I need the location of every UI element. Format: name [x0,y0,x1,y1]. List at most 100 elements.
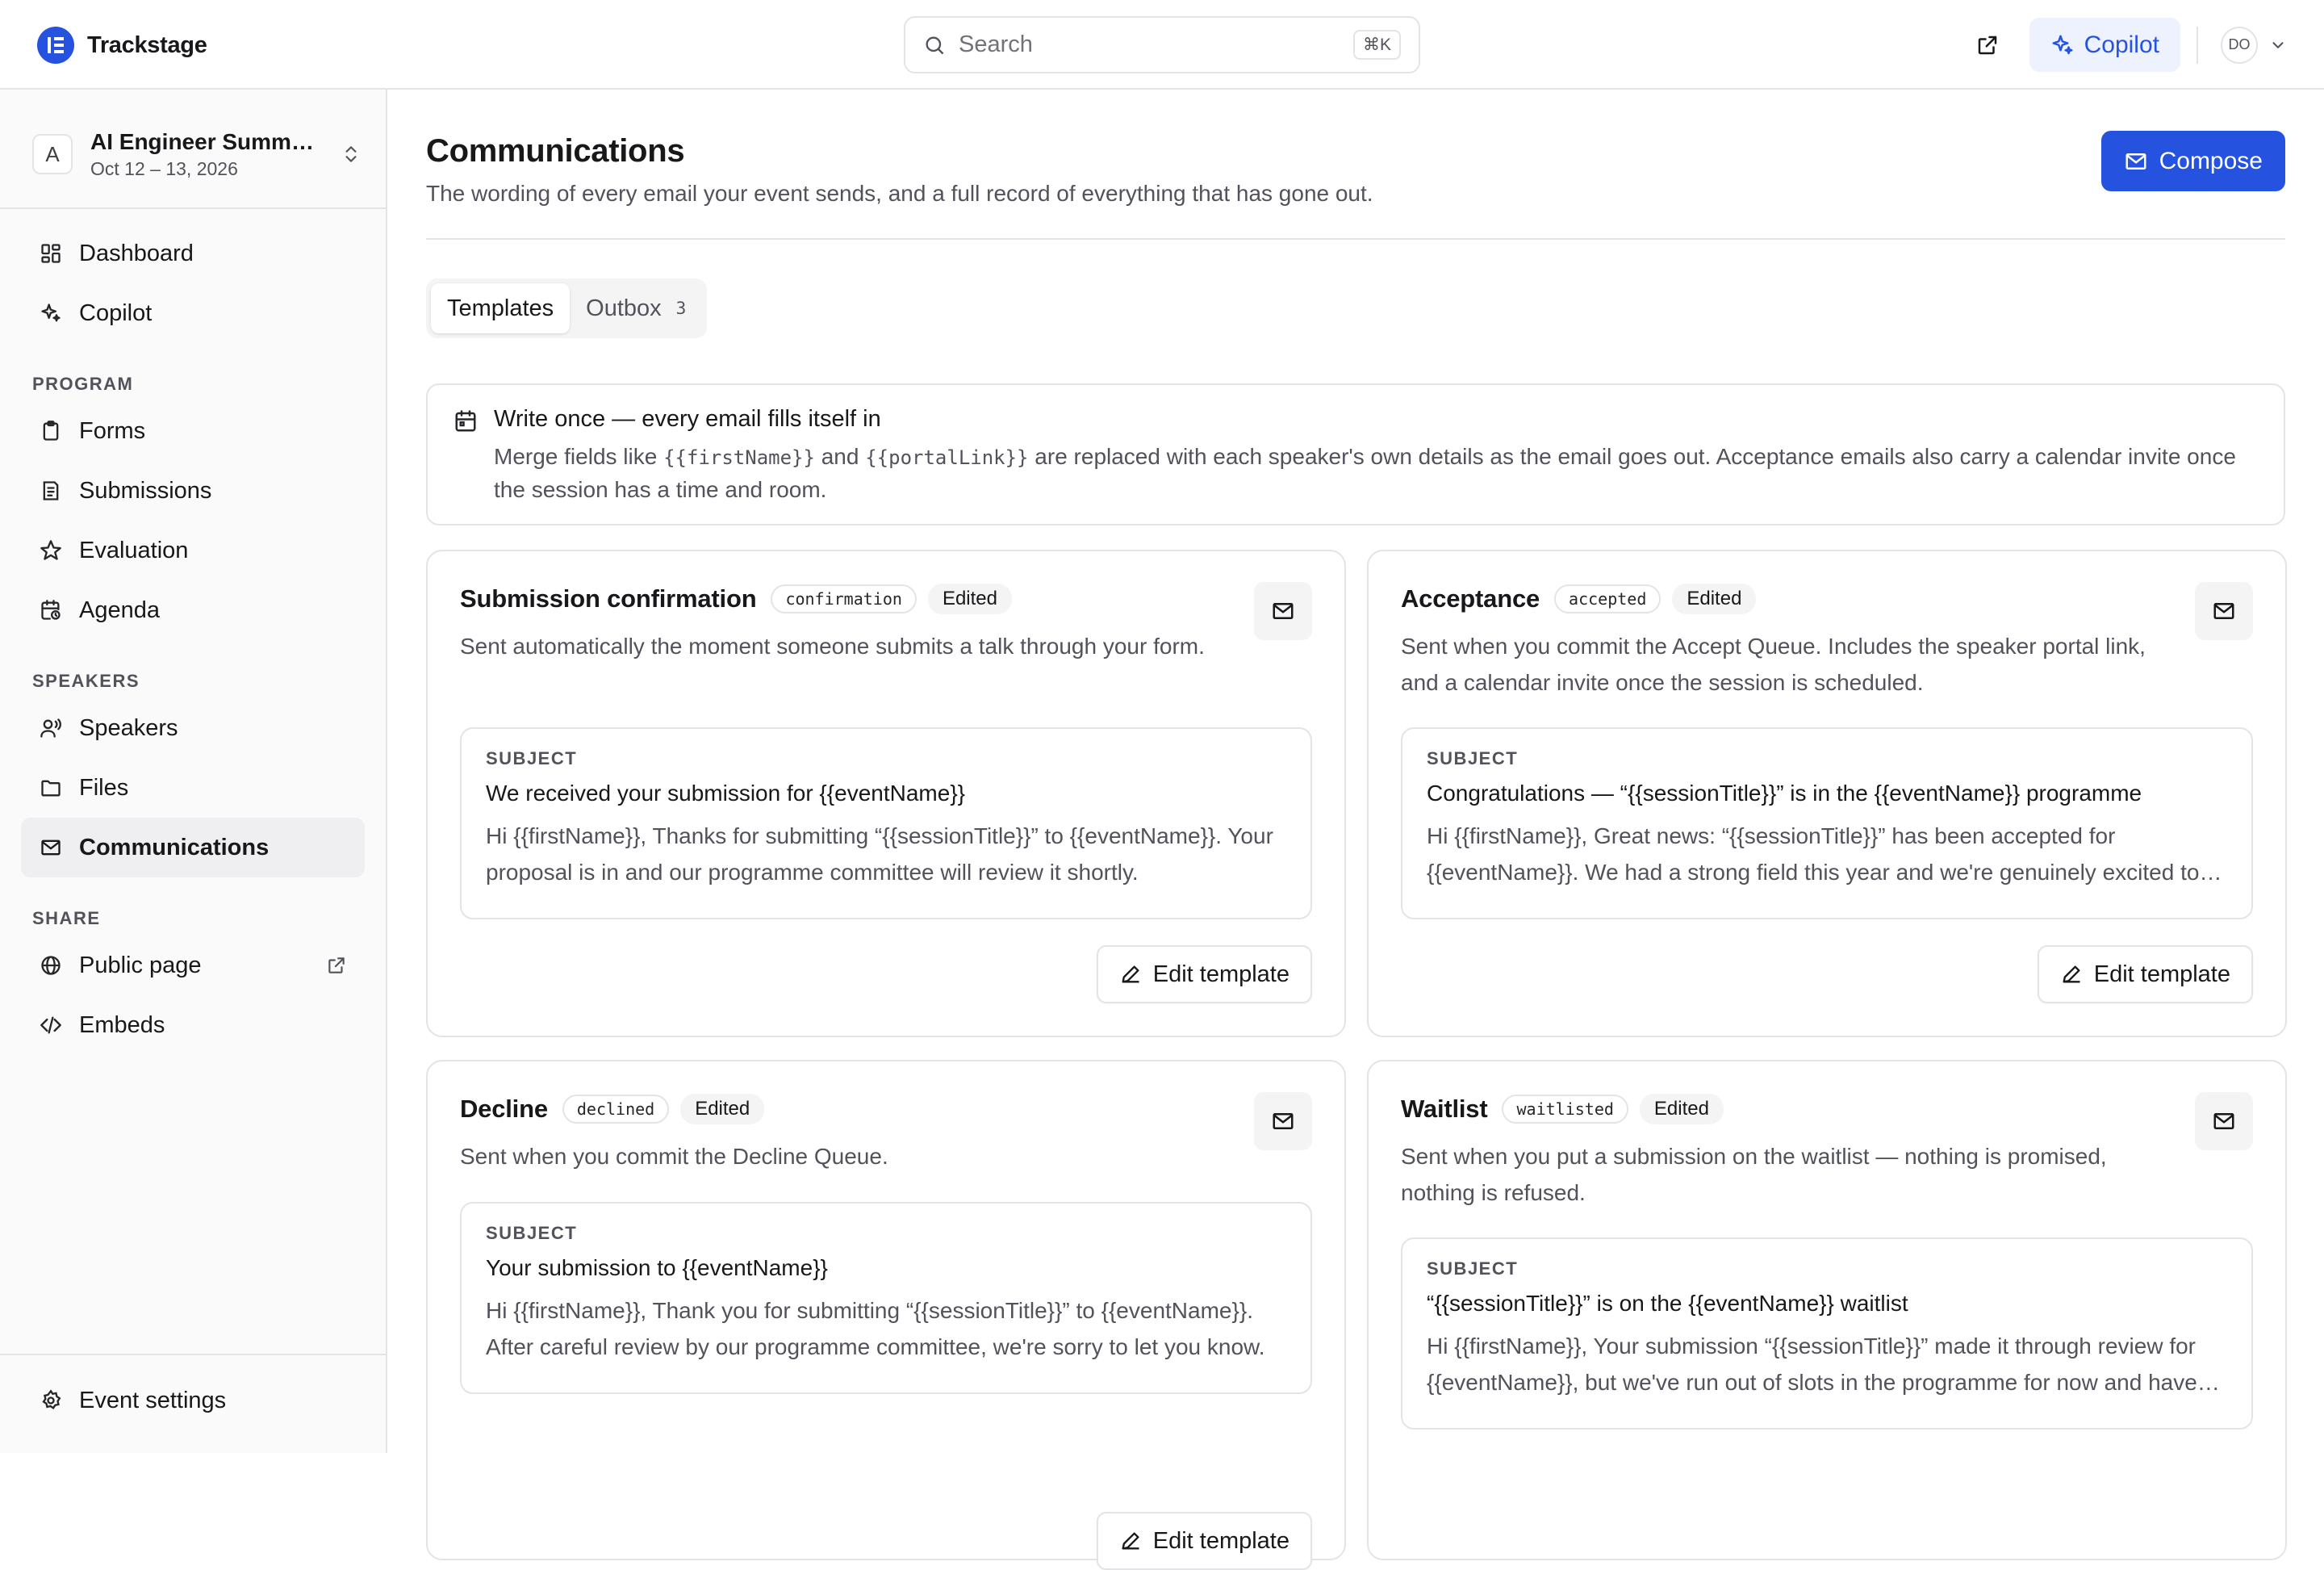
status-badge: Edited [680,1094,765,1124]
sidebar-item-copilot[interactable]: Copilot [21,283,365,343]
event-switcher[interactable]: A AI Engineer Summit 2026 Oct 12 – 13, 2… [32,122,362,186]
tab-outbox[interactable]: Outbox 3 [570,283,702,333]
mail-icon [2212,599,2236,623]
sidebar-item-submissions[interactable]: Submissions [21,461,365,521]
sidebar-item-label: Public page [79,952,202,978]
calendar-icon [454,409,478,503]
mail-icon [1271,599,1295,623]
globe-icon [37,952,65,979]
template-code-badge: accepted [1554,584,1661,613]
sidebar-item-label: Embeds [79,1011,165,1038]
subject-preview-box: SUBJECT Congratulations — “{{sessionTitl… [1401,727,2253,919]
page-title: Communications [426,133,685,169]
tab-label: Outbox [586,295,662,321]
subject-text: “{{sessionTitle}}” is on the {{eventName… [1427,1291,1908,1316]
sidebar-item-agenda[interactable]: Agenda [21,580,365,640]
preview-email-button[interactable] [2195,582,2253,640]
copilot-button[interactable]: Copilot [2029,18,2180,72]
pencil-icon [1119,1530,1142,1552]
tab-label: Templates [447,295,554,321]
template-title: Submission confirmation [460,584,757,613]
tab-bar: Templates Outbox 3 [426,278,708,338]
sidebar-item-forms[interactable]: Forms [21,401,365,461]
edit-template-button[interactable]: Edit template [1096,1512,1312,1570]
sidebar: A AI Engineer Summit 2026 Oct 12 – 13, 2… [0,90,387,1453]
info-text: and [814,444,866,469]
code-icon [37,1011,65,1039]
user-menu[interactable]: DO [2221,26,2287,64]
app-name: Trackstage [87,31,207,58]
sidebar-item-label: Evaluation [79,537,189,563]
template-code-badge: confirmation [771,584,917,613]
subject-text: Congratulations — “{{sessionTitle}}” is … [1427,781,2142,806]
preview-email-button[interactable] [2195,1092,2253,1150]
preview-email-button[interactable] [1254,1092,1312,1150]
top-bar: Trackstage Search ⌘K Copilot DO [0,0,2324,90]
template-description: Sent when you commit the Decline Queue. [460,1144,888,1169]
merge-field: {{portalLink}} [865,446,1029,469]
sidebar-item-files[interactable]: Files [21,758,365,818]
merge-field: {{firstName}} [663,446,815,469]
sidebar-item-label: Speakers [79,714,178,741]
section-label-speakers: SPEAKERS [32,671,140,691]
sidebar-item-speakers[interactable]: Speakers [21,698,365,758]
pencil-icon [1119,963,1142,986]
divider [2197,26,2198,64]
chevron-down-icon [2269,36,2287,54]
subject-label: SUBJECT [1427,748,1519,768]
sidebar-item-label: Files [79,774,129,801]
subject-preview-box: SUBJECT Your submission to {{eventName}}… [460,1202,1312,1394]
template-card-waitlisted: Waitlist waitlisted Edited Sent when you… [1367,1060,2287,1560]
body-preview: Hi {{firstName}}, Thanks for submitting … [486,823,1273,885]
brand[interactable]: Trackstage [37,27,207,64]
subject-label: SUBJECT [486,1223,578,1243]
search-shortcut: ⌘K [1352,30,1401,60]
section-label-share: SHARE [32,908,101,928]
sidebar-item-embeds[interactable]: Embeds [21,995,365,1055]
sidebar-item-label: Event settings [79,1387,227,1413]
preview-email-button[interactable] [1254,582,1312,640]
sidebar-item-event-settings[interactable]: Event settings [21,1371,365,1430]
copilot-label: Copilot [2084,31,2159,58]
edit-template-button[interactable]: Edit template [1096,945,1312,1003]
sidebar-item-communications[interactable]: Communications [21,818,365,877]
edit-template-label: Edit template [1152,961,1289,987]
info-text: Merge fields like [494,444,664,469]
edit-template-label: Edit template [1152,1527,1289,1554]
template-description: Sent automatically the moment someone su… [460,634,1205,659]
edit-template-button[interactable]: Edit template [2037,945,2253,1003]
section-label-program: PROGRAM [32,374,134,394]
search-bar[interactable]: Search ⌘K [904,16,1420,73]
divider [426,238,2285,240]
sparkles-icon [2050,33,2075,57]
sidebar-item-dashboard[interactable]: Dashboard [21,224,365,283]
compose-button[interactable]: Compose [2100,131,2285,191]
search-input[interactable]: Search [959,31,1353,58]
dashboard-icon [37,240,65,267]
template-card-accepted: Acceptance accepted Edited Sent when you… [1367,550,2287,1037]
speaker-icon [37,714,65,742]
page-subtitle: The wording of every email your event se… [426,181,1373,206]
tab-templates[interactable]: Templates [431,283,571,333]
subject-text: Your submission to {{eventName}} [486,1255,828,1280]
pencil-icon [2060,963,2083,986]
status-badge: Edited [927,584,1012,614]
divider [0,207,386,209]
body-preview: Hi {{firstName}}, Thank you for submitti… [486,1298,1265,1359]
merge-fields-info-banner: Write once — every email fills itself in… [426,383,2285,525]
event-avatar: A [32,134,73,174]
mail-icon [2212,1109,2236,1133]
sidebar-item-evaluation[interactable]: Evaluation [21,521,365,580]
open-external-button[interactable] [1963,21,2012,69]
sidebar-item-label: Communications [79,834,270,860]
template-description: Sent when you put a submission on the wa… [1401,1144,2107,1205]
body-preview: Hi {{firstName}}, Great news: “{{session… [1427,823,2200,885]
template-card-declined: Decline declined Edited Sent when you co… [426,1060,1346,1570]
subject-preview-box: SUBJECT “{{sessionTitle}}” is on the {{e… [1401,1237,2253,1430]
template-title: Decline [460,1095,548,1123]
gear-icon [37,1387,65,1414]
sidebar-item-public-page[interactable]: Public page [21,936,365,995]
sidebar-nav: Dashboard Copilot PROGRAM Forms Submissi… [21,224,365,1055]
template-title: Acceptance [1401,584,1540,613]
external-link-icon [326,955,347,976]
